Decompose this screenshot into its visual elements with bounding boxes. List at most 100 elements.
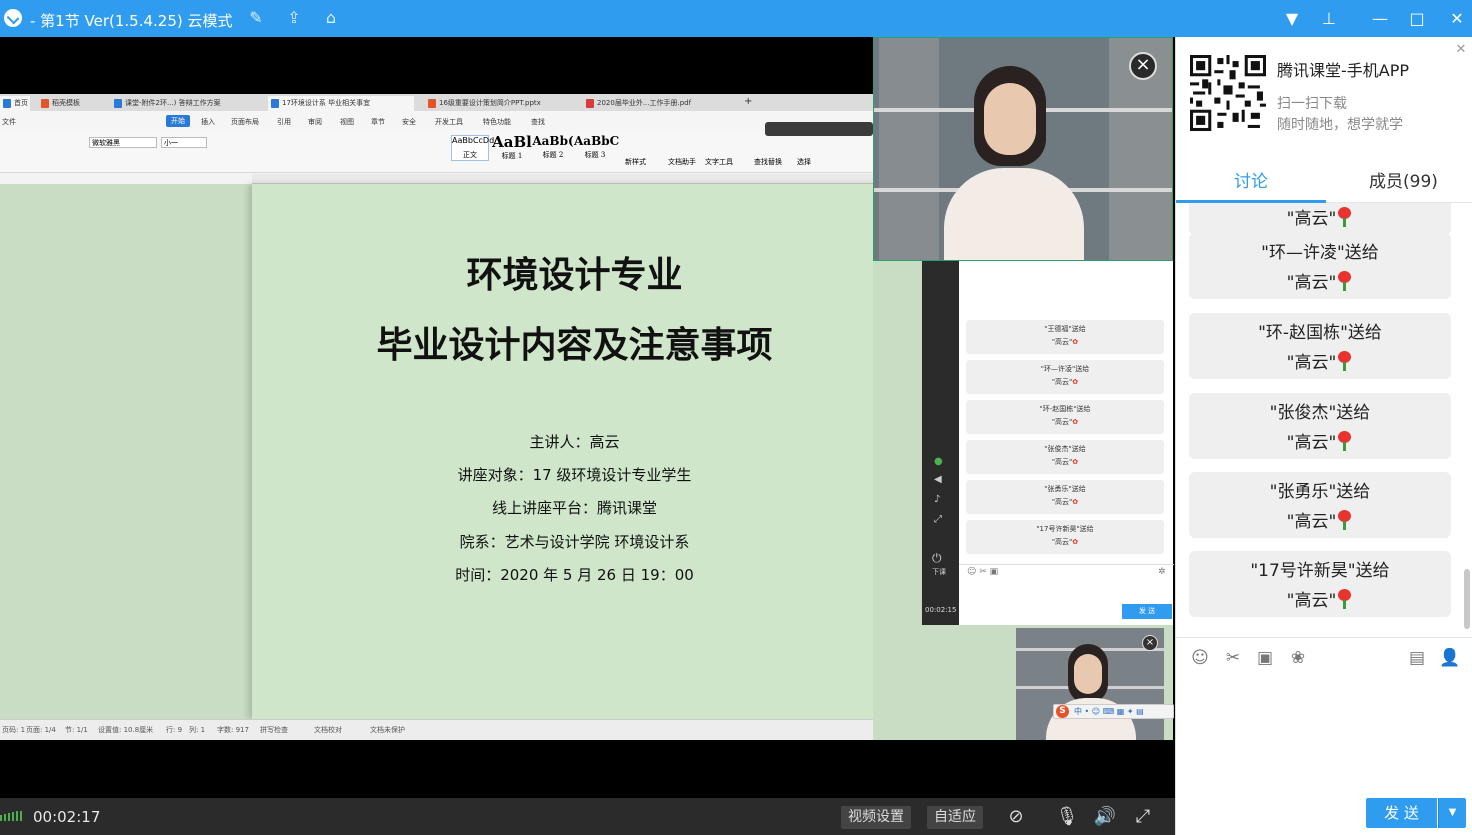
sogou-icon: S: [1056, 705, 1069, 718]
doc-tab: 2020届毕业外...工作手册.pdf: [583, 96, 733, 111]
screenshot-icon[interactable]: ✂: [1222, 648, 1244, 668]
style-h1: AaBl 标题 1: [492, 133, 532, 160]
mic-muted-icon[interactable]: 🎙: [1055, 806, 1079, 828]
home-icon[interactable]: ⌂: [321, 9, 341, 27]
tab-members[interactable]: 成员(99): [1369, 167, 1438, 192]
chat-scrollbar[interactable]: [1464, 569, 1470, 629]
bottom-control-bar: 00:02:17 视频设置 自适应 ⊘ 🎙 🔊 ⤢: [0, 798, 1175, 835]
mini-emoji-icon[interactable]: ☺ ✂ ▣: [967, 567, 998, 577]
menu-item: 开发工具: [435, 118, 463, 126]
ime-tools-icon: 中 • ☺ ⌨ ▦ ✦ ▤: [1074, 707, 1144, 716]
style-normal: AaBbCcDd 正文: [451, 135, 495, 161]
menu-item: 文件: [2, 118, 16, 126]
text-tool: 文字工具: [705, 158, 733, 166]
chat-message: "环—许凌"送给 "高云": [1189, 233, 1451, 299]
chat-input[interactable]: [1176, 677, 1472, 797]
platform-line: 线上讲座平台：腾讯课堂: [491, 499, 657, 517]
mini-message: "张勇乐"送给 "高云"✿: [966, 480, 1164, 514]
wps-ribbon: 微软雅黑 小一 AaBbCcDd 正文 AaBl 标题 1 AaBb(标题 2 Aa…: [0, 122, 873, 173]
wps-statusbar: 页码: 1 页面: 1/4 节: 1/1 设置值: 10.8厘米 行: 9 列:…: [0, 719, 873, 740]
adaptive-button[interactable]: 自适应: [927, 806, 983, 829]
mini-message: "张俊杰"送给 "高云"✿: [966, 440, 1164, 474]
mini-sidebar: ● ◀ ♪ ⤢ ⏻ 下课 00:02:15: [922, 261, 959, 625]
camera-close-button[interactable]: ×: [1129, 52, 1157, 80]
new-style-tool: 新样式: [625, 158, 646, 166]
find-replace-tool: 查找替换: [754, 158, 782, 166]
mini-timer: 00:02:15: [925, 606, 957, 614]
app-promo-sub2: 随时随地，想学就学: [1277, 117, 1403, 133]
doc-tab: 稻壳模板: [38, 96, 108, 111]
select-tool: 选择: [797, 158, 811, 166]
rose-icon: [1336, 510, 1353, 530]
audience-line: 讲座对象：17 级环境设计专业学生: [457, 466, 692, 484]
emoji-icon[interactable]: ☺: [1189, 648, 1211, 668]
dropdown-icon[interactable]: ▼: [1281, 8, 1303, 30]
app-promo-title: 腾讯课堂-手机APP: [1277, 61, 1410, 80]
doc-assistant-tool: 文档助手: [668, 158, 696, 166]
style-h3: AaBbC 标题 3: [574, 134, 620, 159]
title-bar: - 第1节 Ver(1.5.4.25) 云模式 ✎ ⇪ ⌂ ▼ ⊥ — □ ✕: [0, 0, 1472, 37]
maximize-icon[interactable]: □: [1406, 8, 1428, 30]
thumbnail-close-button[interactable]: ×: [1142, 635, 1158, 651]
user-settings-icon[interactable]: 👤: [1439, 648, 1461, 668]
card-icon[interactable]: ▤: [1406, 648, 1428, 668]
chat-toolbar: ☺ ✂ ▣ ❀ ▤ 👤: [1176, 637, 1472, 677]
send-options-dropdown[interactable]: ▼: [1438, 798, 1466, 828]
rose-icon: ✿: [1072, 458, 1079, 466]
video-settings-button[interactable]: 视频设置: [841, 806, 911, 829]
doc-tab: 16级重要设计策划简介PPT.pptx: [425, 96, 573, 111]
camera-off-icon[interactable]: ⊘: [1004, 806, 1028, 828]
mini-chat-window: ● ◀ ♪ ⤢ ⏻ 下课 00:02:15 "王德福"送给 "高云"✿ "环—许凌…: [921, 261, 1174, 625]
minimize-icon[interactable]: —: [1369, 8, 1391, 30]
mini-message: "17号许新昊"送给 "高云"✿: [966, 520, 1164, 554]
datetime-line: 时间：2020 年 5 月 26 日 19：00: [455, 566, 694, 584]
shared-wps-document: 首页 稻壳模板 课堂-附件2环...) 答辩工作方案 17环境设计系 毕业相关事…: [0, 94, 873, 740]
flower-icon[interactable]: ❀: [1287, 648, 1309, 668]
pin-icon[interactable]: ⊥: [1318, 8, 1340, 30]
slide-title-1: 环境设计专业: [466, 255, 683, 296]
mini-send-button[interactable]: 发 送: [1122, 604, 1172, 619]
menu-item: 视图: [340, 118, 354, 126]
close-icon[interactable]: ✕: [1446, 8, 1468, 30]
image-icon[interactable]: ▣: [1254, 648, 1276, 668]
power-icon[interactable]: ⏻: [932, 551, 942, 566]
volume-icon[interactable]: 🔊: [1093, 806, 1117, 828]
menu-item: 开始: [166, 115, 190, 127]
input-method-bar: S 中 • ☺ ⌨ ▦ ✦ ▤: [1053, 704, 1174, 719]
fullscreen-icon[interactable]: ⤢: [1131, 806, 1155, 828]
menu-item: 特色功能: [483, 118, 511, 126]
edit-icon[interactable]: ✎: [246, 9, 266, 27]
slide-title-2: 毕业设计内容及注意事项: [376, 325, 773, 366]
send-button[interactable]: 发 送: [1366, 798, 1437, 828]
elapsed-time: 00:02:17: [33, 808, 101, 826]
rose-icon: ✿: [1072, 378, 1079, 386]
wps-menu: 文件 开始 插入 页面布局 引用 审阅 视图 章节 安全 开发工具 特色功能 查…: [0, 111, 873, 131]
audio-level-icon: [0, 811, 26, 821]
promo-close-icon[interactable]: ✕: [1454, 43, 1468, 57]
chat-message: "高云": [1189, 203, 1451, 235]
chat-message: "17号许新昊"送给 "高云": [1189, 551, 1451, 617]
chat-message: "张勇乐"送给 "高云": [1189, 472, 1451, 538]
share-toolbar: [765, 122, 873, 136]
rose-icon: ✿: [1072, 538, 1079, 546]
font-name-field: 微软雅黑: [89, 137, 157, 148]
font-size-field: 小一: [161, 137, 207, 148]
screen-share-stage: 首页 稻壳模板 课堂-附件2环...) 答辩工作方案 17环境设计系 毕业相关事…: [0, 37, 1175, 798]
doc-tab: 首页: [0, 96, 30, 111]
doc-tab: 课堂-附件2环...) 答辩工作方案: [111, 96, 261, 111]
horizontal-ruler: [252, 174, 873, 184]
qr-code-icon: [1190, 55, 1266, 131]
menu-item: 安全: [402, 118, 416, 126]
menu-item: 引用: [277, 118, 291, 126]
right-panel: 腾讯课堂-手机APP 扫一扫下载 随时随地，想学就学 ✕ 讨论 成员(99) "…: [1175, 37, 1472, 835]
chat-message: "环-赵国栋"送给 "高云": [1189, 313, 1451, 379]
mini-settings-icon[interactable]: ✲: [1158, 567, 1166, 577]
rose-icon: [1336, 431, 1353, 451]
tab-discuss[interactable]: 讨论: [1234, 167, 1268, 192]
rose-icon: ✿: [1072, 418, 1079, 426]
share-icon[interactable]: ⇪: [284, 9, 304, 27]
window-title: - 第1节 Ver(1.5.4.25) 云模式: [30, 12, 233, 30]
menu-item: 页面布局: [231, 118, 259, 126]
menu-item: 审阅: [308, 118, 322, 126]
doc-tab: 17环境设计系 毕业相关事宜: [268, 96, 414, 111]
